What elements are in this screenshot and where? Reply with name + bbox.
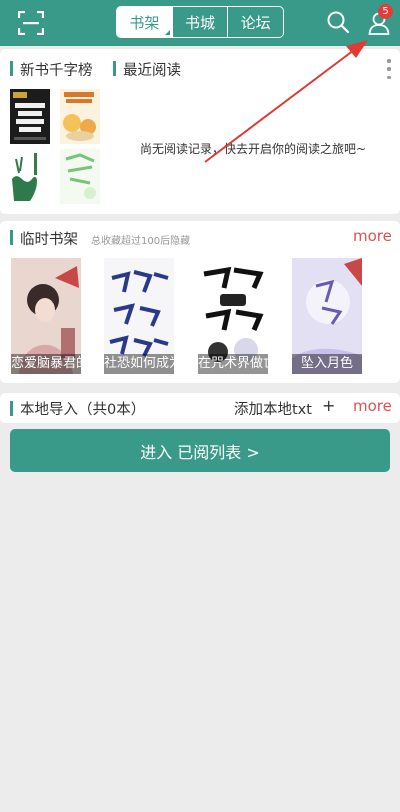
shelf-book[interactable]: 坠入月色 bbox=[292, 258, 362, 374]
tab-forum[interactable]: 论坛 bbox=[227, 7, 283, 37]
book-title: 在咒术界做亡 bbox=[198, 354, 268, 374]
book-cover bbox=[10, 89, 50, 144]
shelf-book[interactable]: 在咒术界做亡 bbox=[198, 258, 268, 374]
section-marker bbox=[10, 61, 13, 76]
add-local-txt-button[interactable]: 添加本地txt bbox=[234, 398, 312, 419]
temp-shelf-title: 临时书架 bbox=[20, 232, 78, 248]
book-cover bbox=[60, 149, 100, 204]
new-book-rank-tab[interactable]: 新书千字榜 bbox=[20, 59, 93, 80]
shelf-book[interactable]: 恋爱脑暴君的 bbox=[11, 258, 81, 374]
book-title: 恋爱脑暴君的 bbox=[11, 354, 81, 374]
search-icon[interactable] bbox=[326, 10, 350, 34]
local-import-title: 本地导入（共0本） bbox=[20, 402, 146, 418]
tab-bookshelf[interactable]: 书架 bbox=[117, 7, 172, 37]
temp-shelf-note: 总收藏超过100后隐藏 bbox=[91, 236, 191, 247]
temp-shelf-more-link[interactable]: more bbox=[353, 227, 392, 245]
local-import-card: 本地导入（共0本） 添加本地txt + more bbox=[0, 393, 400, 423]
recent-reading-card: 新书千字榜 最近阅读 尚无阅读记录，快去开启你的阅读之旅吧~ bbox=[0, 49, 400, 214]
enter-read-list-button[interactable]: 进入 已阅列表 > bbox=[10, 429, 390, 472]
book-title: 社恐如何成为 bbox=[104, 354, 174, 374]
temp-shelf-card: 临时书架 总收藏超过100后隐藏 more 恋爱脑暴君的 社恐如何成为 bbox=[0, 221, 400, 383]
shelf-tabs: 书架 书城 论坛 bbox=[116, 6, 284, 38]
local-import-more-link[interactable]: more bbox=[353, 397, 392, 415]
top-bar: 书架 书城 论坛 5 bbox=[0, 0, 400, 46]
book-cover bbox=[10, 149, 50, 204]
rank-cover-grid[interactable] bbox=[10, 89, 102, 207]
book-cover bbox=[60, 89, 100, 144]
section-marker bbox=[10, 230, 13, 245]
recent-reading-tab[interactable]: 最近阅读 bbox=[123, 59, 181, 80]
more-options-icon[interactable] bbox=[385, 59, 393, 79]
add-plus-icon[interactable]: + bbox=[322, 396, 335, 415]
tab-bookstore[interactable]: 书城 bbox=[171, 7, 228, 37]
section-marker bbox=[10, 401, 13, 416]
scan-icon[interactable] bbox=[18, 11, 44, 35]
notification-badge: 5 bbox=[378, 4, 393, 19]
section-marker bbox=[113, 61, 116, 76]
empty-reading-message: 尚无阅读记录，快去开启你的阅读之旅吧~ bbox=[140, 142, 367, 156]
book-title: 坠入月色 bbox=[292, 354, 362, 374]
shelf-book[interactable]: 社恐如何成为 bbox=[104, 258, 174, 374]
